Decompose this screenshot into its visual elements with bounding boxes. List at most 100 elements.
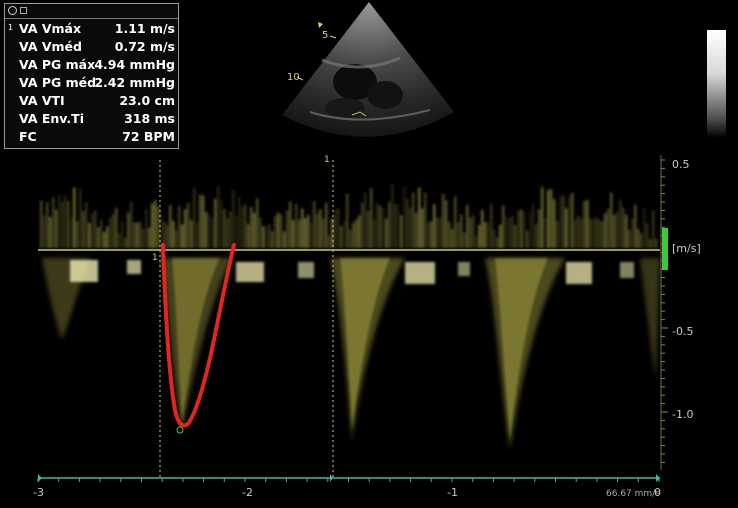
spectral-noise-mark [625,214,628,248]
spectral-noise-mark [502,205,505,248]
spectral-noise-mark [100,220,103,248]
spectral-noise-mark [544,217,547,248]
spectral-noise-mark [190,220,193,248]
spectral-noise-mark [511,216,514,248]
spectral-noise-mark [538,209,541,248]
baseline-marker[interactable] [662,228,668,270]
spectral-noise-mark [118,233,121,248]
spectral-noise-mark [277,212,280,248]
spectral-noise-mark [400,215,403,248]
spectral-noise-mark [613,214,616,248]
spectral-noise-mark [649,239,652,248]
spectral-noise-mark [313,200,316,248]
spectral-noise-mark [550,188,553,248]
spectral-noise-mark [565,208,568,248]
spectral-noise-mark [124,237,127,248]
spectral-noise-mark [499,224,502,248]
spectral-noise-mark [364,192,367,248]
spectral-envelopes [42,258,660,450]
spectral-noise-mark [172,220,175,248]
spectral-noise-mark [88,223,91,248]
spectral-noise-mark [436,217,439,248]
spectral-noise-mark [115,207,118,248]
spectral-noise-mark [301,208,304,248]
spectral-noise-mark [451,228,454,248]
spectral-noise-mark [505,215,508,248]
spectral-noise-mark [214,198,217,248]
spectral-noise-mark [601,220,604,248]
spectral-noise-mark [295,203,298,248]
spectral-noise-mark [166,224,169,248]
spectral-noise-mark [196,222,199,248]
spectral-noise-mark [397,204,400,248]
spectral-noise-mark [145,209,148,248]
spectral-noise-mark [73,187,76,248]
spectral-noise-mark [445,200,448,248]
spectral-noise-mark [169,205,172,248]
spectral-noise-mark [547,190,550,248]
spectral-noise-mark [259,217,262,248]
spectral-noise-mark [616,211,619,248]
spectral-noise-mark [274,215,277,248]
spectral-noise-mark [325,202,328,248]
depth-label: 5 [322,30,328,41]
spectral-noise-mark [355,219,358,248]
spectral-noise-mark [208,214,211,248]
spectral-noise-mark [421,208,424,248]
spectral-noise-mark [508,217,511,248]
spectral-noise-mark [370,188,373,248]
time-tick-label: -1 [447,486,458,499]
spectral-noise-mark [478,224,481,248]
spectral-noise-mark [244,204,247,248]
spectral-noise-mark [64,195,67,248]
spectral-noise-mark [337,207,340,248]
spectral-noise-mark [85,202,88,248]
spectral-noise-mark [643,207,646,248]
spectral-noise-mark [352,222,355,248]
spectral-noise-mark [622,207,625,248]
spectral-noise-mark [220,200,223,248]
velocity-scale-ticks [661,159,668,463]
spectral-noise-mark [139,221,142,248]
spectral-noise-mark [310,222,313,248]
spectral-noise-mark [49,217,52,248]
spectral-noise-mark [604,213,607,248]
spectral-noise-mark [475,236,478,248]
spectral-noise-mark [271,231,274,248]
spectral-noise-mark [304,218,307,248]
spectral-noise-mark [46,202,49,248]
time-tick-label: -3 [33,486,44,499]
spectral-noise-mark [589,218,592,248]
spectral-noise-mark [640,233,643,248]
spectral-noise-mark [382,207,385,248]
spectral-noise-mark [433,204,436,248]
unit-label: [m/s] [672,242,701,255]
spectral-noise-mark [559,196,562,248]
spectral-noise-mark [487,222,490,248]
spectral-noise-mark [346,193,349,248]
spectral-noise-mark [202,195,205,248]
velocity-tick-label: -1.0 [672,408,693,421]
spectral-noise-mark [415,213,418,248]
time-tick-label: -2 [242,486,253,499]
spectral-noise-mark [298,219,301,248]
spectral-noise-mark [496,237,499,248]
spectral-noise-mark [637,228,640,248]
spectral-noise-mark [493,229,496,248]
spectral-noise-mark [268,224,271,248]
doppler-display: 5 10 1 1 [m/s] 0.5 -0.5 -1.0 -3 -2 -1 0 … [33,2,701,499]
spectral-noise-mark [328,235,331,248]
spectral-noise-mark [319,209,322,248]
spectral-noise-mark [442,193,445,248]
spectral-noise-mark [580,218,583,248]
spectral-noise-mark [574,219,577,248]
spectral-noise-mark [52,196,55,248]
spectral-noise-mark [289,201,292,248]
spectral-noise-mark [322,218,325,248]
spectral-noise-mark [109,217,112,248]
spectral-noise-mark [541,187,544,248]
spectral-noise-mark [283,231,286,248]
spectral-noise-mark [199,194,202,248]
spectral-noise-mark [514,225,517,248]
spectral-noise-mark [265,227,268,248]
